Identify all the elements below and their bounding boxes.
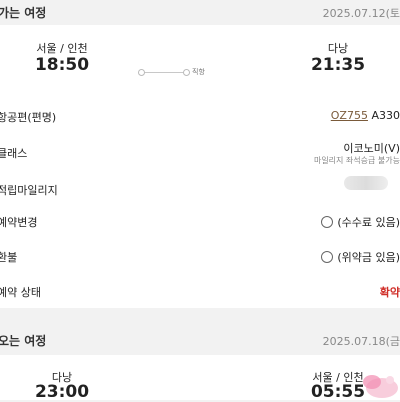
departure-time: 18:50 (34, 55, 90, 75)
refund-value: (위약금 있음) (321, 249, 400, 265)
route-end-dot (183, 69, 190, 76)
class-value: 이코노미(V) (343, 142, 400, 155)
return-header: 오는 여정 2025.07.18(금 (0, 328, 400, 353)
outbound-header: 가는 여정 2025.07.12(토 (0, 0, 400, 25)
flight-number-link[interactable]: OZ755 (331, 109, 368, 122)
refund-info-icon[interactable] (321, 251, 334, 263)
flight-value: OZ755 A330 (331, 109, 400, 122)
refund-text: (위약금 있음) (337, 251, 400, 264)
refund-label: 환불 (0, 251, 18, 264)
flight-label: 항공편(편명) (0, 111, 57, 124)
outbound-date: 2025.07.12(토 (322, 7, 400, 20)
departure-city: 서울 / 인천 (36, 42, 88, 55)
change-text: (수수료 있음) (337, 216, 400, 229)
class-note: 마일리지 좌석승급 불가능 (313, 156, 400, 165)
outbound-card: 서울 / 인천 18:50 직항 다낭 21:35 항공편(편명) OZ755 … (0, 25, 400, 308)
return-departure-time: 23:00 (34, 382, 90, 402)
aircraft-type: A330 (371, 109, 400, 122)
mileage-value-blurred (344, 176, 388, 190)
arrival-city: 다낭 (327, 42, 349, 55)
outbound-title: 가는 여정 (0, 6, 47, 20)
return-title: 오는 여정 (0, 334, 47, 348)
status-label: 예약 상태 (0, 286, 41, 299)
class-label: 클래스 (0, 147, 28, 160)
return-date: 2025.07.18(금 (322, 335, 400, 348)
route-indicator: 직항 (138, 68, 218, 78)
change-value: (수수료 있음) (321, 214, 400, 230)
mileage-label: 적립마일리지 (0, 184, 58, 197)
arrival-time: 21:35 (310, 55, 366, 75)
decorative-sticker-icon (363, 375, 398, 398)
route-start-dot (138, 69, 145, 76)
change-info-icon[interactable] (321, 216, 334, 228)
route-label: 직항 (192, 68, 205, 76)
return-card: 다낭 23:00 서울 / 인천 05:55 (0, 355, 400, 402)
change-label: 예약변경 (0, 216, 38, 229)
status-value: 확약 (379, 286, 400, 299)
